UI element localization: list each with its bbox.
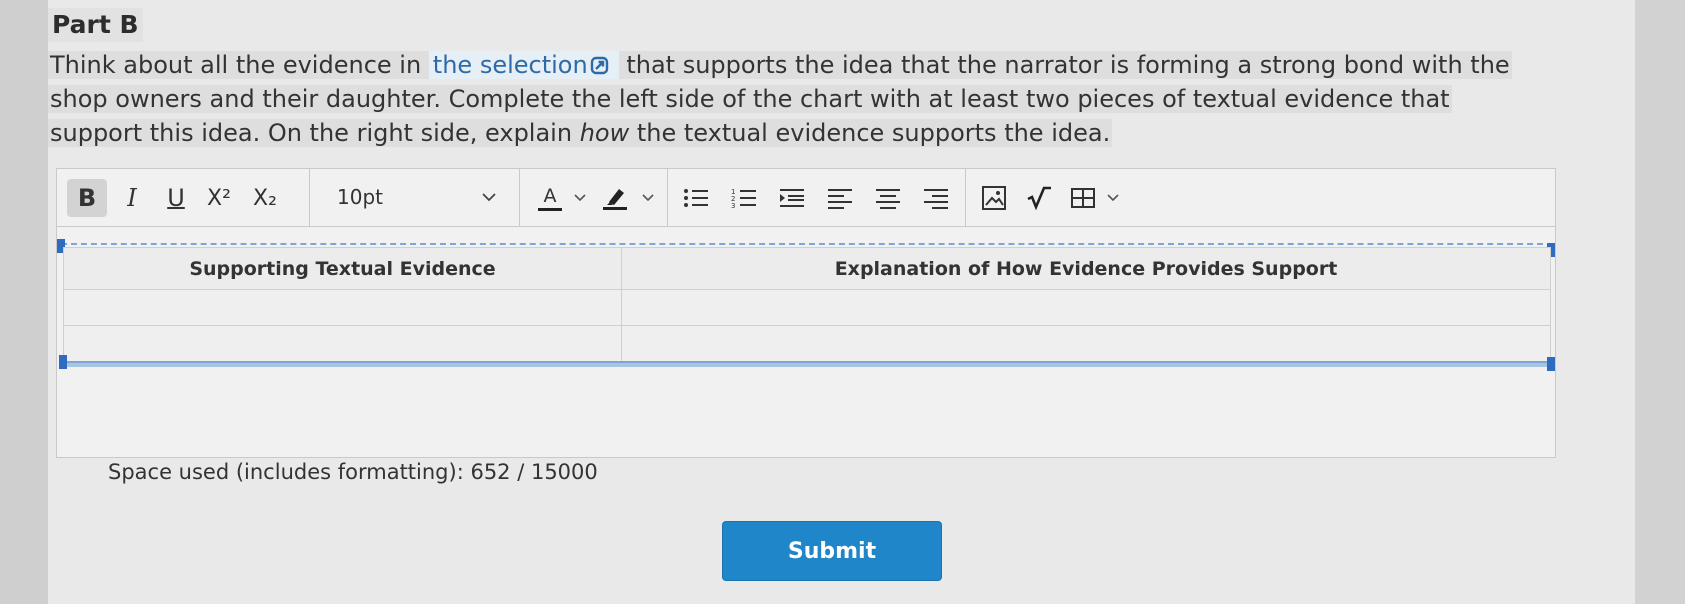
table-header-row: Supporting Textual Evidence Explanation … xyxy=(63,247,1551,290)
align-left-button[interactable] xyxy=(821,179,859,217)
subscript-icon: X₂ xyxy=(253,185,277,211)
svg-text:3: 3 xyxy=(731,202,735,209)
prompt-text: Think about all the evidence in the sele… xyxy=(48,48,1568,150)
insert-math-button[interactable] xyxy=(1019,179,1057,217)
bold-button[interactable]: B xyxy=(67,179,107,217)
align-center-button[interactable] xyxy=(869,179,907,217)
chevron-down-icon xyxy=(1106,191,1120,205)
table-cell[interactable] xyxy=(63,325,622,362)
font-color-dropdown[interactable] xyxy=(569,179,591,217)
bulleted-list-icon xyxy=(683,187,709,209)
column-header-evidence: Supporting Textual Evidence xyxy=(63,247,622,290)
highlighter-icon xyxy=(601,185,629,211)
prompt-line-2: shop owners and their daughter. Complete… xyxy=(48,85,1452,113)
editor-toolbar: B I U X² X₂ 10pt A 123 xyxy=(57,169,1555,227)
font-color-swatch xyxy=(538,207,562,211)
rich-text-editor[interactable]: B I U X² X₂ 10pt A 123 Supporting Textua… xyxy=(56,168,1556,458)
math-icon xyxy=(1024,185,1052,211)
table-icon xyxy=(1070,186,1096,210)
toolbar-separator xyxy=(519,169,520,227)
left-margin xyxy=(0,0,48,604)
align-right-button[interactable] xyxy=(917,179,955,217)
space-used-counter: Space used (includes formatting): 652 / … xyxy=(108,460,598,484)
superscript-button[interactable]: X² xyxy=(199,179,239,217)
table-row xyxy=(63,325,1551,362)
chevron-down-icon xyxy=(481,189,497,205)
table-cell[interactable] xyxy=(621,325,1551,362)
table-row xyxy=(63,289,1551,326)
prompt-line-1: Think about all the evidence in the sele… xyxy=(48,51,1512,79)
evidence-chart-table[interactable]: Supporting Textual Evidence Explanation … xyxy=(63,247,1551,362)
insert-image-button[interactable] xyxy=(975,179,1013,217)
table-selection-bottom xyxy=(61,361,1553,367)
table-dropdown[interactable] xyxy=(1103,179,1123,217)
toolbar-separator xyxy=(965,169,966,227)
column-header-explanation: Explanation of How Evidence Provides Sup… xyxy=(621,247,1551,290)
subscript-button[interactable]: X₂ xyxy=(245,179,285,217)
align-center-icon xyxy=(875,187,901,209)
font-color-button[interactable]: A xyxy=(533,179,567,217)
numbered-list-button[interactable]: 123 xyxy=(725,179,763,217)
toolbar-separator xyxy=(309,169,310,227)
selection-handle[interactable] xyxy=(59,355,67,369)
align-left-icon xyxy=(827,187,853,209)
prompt-line-3: support this idea. On the right side, ex… xyxy=(48,119,1113,147)
submit-button[interactable]: Submit xyxy=(722,521,942,581)
part-title: Part B xyxy=(48,8,143,42)
external-link-icon xyxy=(590,56,609,75)
toolbar-separator xyxy=(667,169,668,227)
bulleted-list-button[interactable] xyxy=(677,179,715,217)
underline-icon: U xyxy=(167,184,185,212)
right-margin xyxy=(1635,0,1685,604)
highlight-dropdown[interactable] xyxy=(637,179,659,217)
image-icon xyxy=(981,185,1007,211)
superscript-icon: X² xyxy=(207,185,231,211)
font-size-value: 10pt xyxy=(337,185,383,209)
insert-table-button[interactable] xyxy=(1065,179,1101,217)
align-right-icon xyxy=(923,187,949,209)
italic-icon: I xyxy=(127,184,137,212)
chevron-down-icon xyxy=(573,191,587,205)
indent-button[interactable] xyxy=(773,179,811,217)
table-cell[interactable] xyxy=(63,289,622,326)
chevron-down-icon xyxy=(641,191,655,205)
underline-button[interactable]: U xyxy=(159,179,193,217)
table-selection-top xyxy=(61,243,1553,245)
bold-icon: B xyxy=(77,184,97,212)
indent-icon xyxy=(779,187,805,209)
font-color-icon: A xyxy=(543,184,557,207)
highlight-button[interactable] xyxy=(597,179,633,217)
selection-link[interactable]: the selection xyxy=(428,51,619,79)
font-size-select[interactable]: 10pt xyxy=(329,179,509,217)
selection-handle[interactable] xyxy=(1547,357,1555,371)
numbered-list-icon: 123 xyxy=(731,187,757,209)
italic-button[interactable]: I xyxy=(115,179,149,217)
table-cell[interactable] xyxy=(621,289,1551,326)
